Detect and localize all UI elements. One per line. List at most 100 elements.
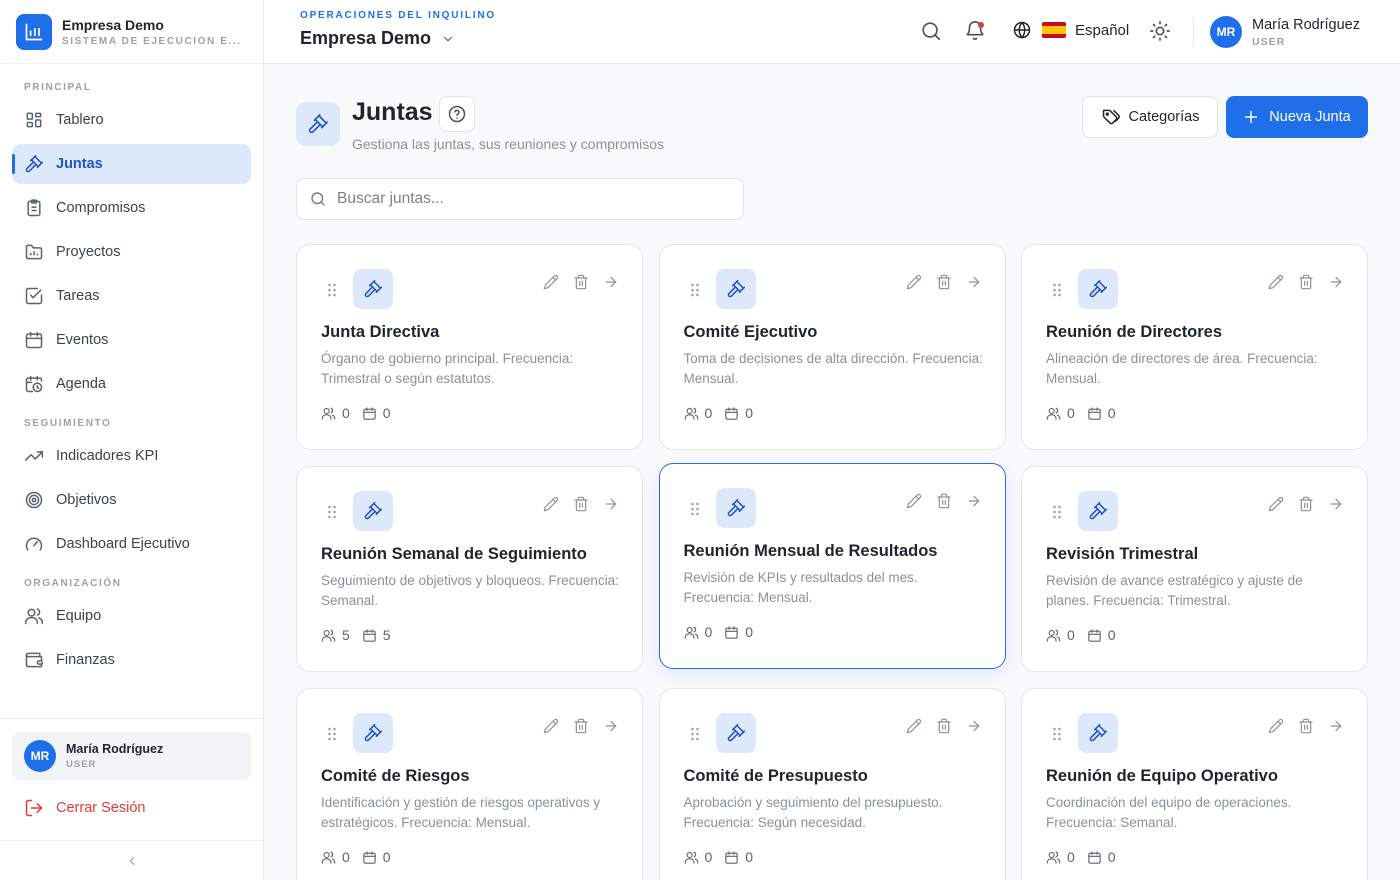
gavel-icon — [715, 269, 756, 309]
users-icon — [24, 606, 44, 626]
sidebar-item-juntas[interactable]: Juntas — [12, 144, 251, 184]
sidebar-item-objetivos[interactable]: Objetivos — [12, 480, 251, 520]
board-card[interactable]: Reunión de Equipo Operativo Coordinación … — [1021, 688, 1368, 880]
drag-handle-icon[interactable] — [690, 502, 700, 516]
drag-handle-icon[interactable] — [1052, 505, 1062, 519]
sidebar-item-finanzas[interactable]: Finanzas — [12, 640, 251, 680]
board-card[interactable]: Revisión Trimestral Revisión de avance es… — [1021, 466, 1368, 672]
arrow-right-icon[interactable] — [602, 717, 620, 735]
members-count: 0 — [342, 405, 350, 421]
sidebar-item-tareas[interactable]: Tareas — [12, 276, 251, 316]
members-count: 0 — [704, 405, 713, 421]
edit-icon[interactable] — [542, 273, 560, 291]
trash-icon[interactable] — [935, 273, 953, 291]
trash-icon[interactable] — [935, 717, 953, 735]
trash-icon[interactable] — [572, 273, 590, 291]
logout-button[interactable]: Cerrar Sesión — [12, 788, 251, 828]
card-actions — [542, 273, 620, 291]
arrow-right-icon[interactable] — [1327, 717, 1345, 735]
arrow-right-icon[interactable] — [965, 717, 983, 735]
sidebar-item-indicadores-kpi[interactable]: Indicadores KPI — [12, 436, 251, 476]
edit-icon[interactable] — [1267, 273, 1285, 291]
sidebar-item-tablero[interactable]: Tablero — [12, 100, 251, 140]
board-card[interactable]: Comité Ejecutivo Toma de decisiones de al… — [658, 244, 1006, 450]
board-card[interactable]: Comité de Riesgos Identificación y gestió… — [296, 688, 643, 880]
sidebar-item-label: Proyectos — [56, 244, 121, 260]
sun-icon[interactable] — [1149, 20, 1173, 44]
drag-handle-icon[interactable] — [1052, 727, 1062, 741]
drag-handle-icon[interactable] — [690, 727, 700, 741]
drag-handle-icon[interactable] — [690, 283, 700, 297]
members-stat: 0 — [1046, 849, 1075, 865]
help-circle-icon — [447, 104, 467, 124]
board-card[interactable]: Comité de Presupuesto Aprobación y seguim… — [658, 688, 1006, 880]
sidebar-item-label: Juntas — [56, 156, 103, 172]
trash-icon[interactable] — [1297, 495, 1315, 513]
drag-handle-icon[interactable] — [327, 505, 337, 519]
card-actions — [542, 717, 620, 735]
edit-icon[interactable] — [542, 495, 560, 513]
board-card[interactable]: Reunión Mensual de Resultados Revisión de… — [658, 463, 1006, 669]
drag-handle-icon[interactable] — [327, 727, 337, 741]
user-menu[interactable]: MR María Rodríguez USER — [1210, 16, 1360, 48]
gavel-icon — [353, 713, 393, 753]
search-input[interactable] — [337, 190, 717, 208]
arrow-right-icon[interactable] — [965, 492, 983, 510]
trash-icon[interactable] — [1297, 273, 1315, 291]
meetings-count: 0 — [1107, 405, 1116, 421]
language-selector[interactable]: Español — [1012, 20, 1129, 40]
board-title: Reunión de Directores — [1046, 323, 1223, 341]
trash-icon[interactable] — [1297, 717, 1315, 735]
tenant-selector[interactable]: Empresa Demo — [300, 28, 455, 49]
collapse-sidebar-button[interactable] — [0, 840, 263, 880]
drag-handle-icon[interactable] — [327, 283, 337, 297]
arrow-right-icon[interactable] — [965, 273, 983, 291]
board-stats: 00 — [321, 849, 403, 865]
board-card[interactable]: Reunión de Directores Alineación de direc… — [1021, 244, 1368, 450]
board-title: Reunión Semanal de Seguimiento — [321, 545, 587, 563]
new-board-button[interactable]: Nueva Junta — [1226, 96, 1368, 138]
edit-icon[interactable] — [542, 717, 560, 735]
edit-icon[interactable] — [905, 717, 923, 735]
brand[interactable]: Empresa Demo SISTEMA DE EJECUCIÓN E... — [0, 0, 263, 64]
nav-section-seguimiento: SEGUIMIENTO — [24, 418, 112, 429]
bell-icon[interactable] — [964, 20, 988, 44]
sidebar-item-dashboard-ejecutivo[interactable]: Dashboard Ejecutivo — [12, 524, 251, 564]
drag-handle-icon[interactable] — [1052, 283, 1062, 297]
sidebar-item-agenda[interactable]: Agenda — [12, 364, 251, 404]
trash-icon[interactable] — [572, 495, 590, 513]
arrow-right-icon[interactable] — [1327, 495, 1345, 513]
trash-icon[interactable] — [572, 717, 590, 735]
board-title: Reunión de Equipo Operativo — [1046, 767, 1278, 785]
arrow-right-icon[interactable] — [602, 273, 620, 291]
sidebar-item-label: Eventos — [56, 332, 109, 348]
edit-icon[interactable] — [905, 273, 923, 291]
meetings-stat: 0 — [724, 405, 753, 421]
sidebar-item-eventos[interactable]: Eventos — [12, 320, 251, 360]
search-icon[interactable] — [920, 20, 944, 44]
edit-icon[interactable] — [905, 492, 923, 510]
categories-button[interactable]: Categorías — [1082, 96, 1218, 138]
help-button[interactable] — [439, 96, 475, 132]
edit-icon[interactable] — [1267, 717, 1285, 735]
edit-icon[interactable] — [1267, 495, 1285, 513]
board-stats: 55 — [321, 627, 403, 643]
meetings-stat: 0 — [362, 405, 391, 421]
arrow-right-icon[interactable] — [1327, 273, 1345, 291]
gavel-icon — [353, 269, 393, 309]
sidebar-item-equipo[interactable]: Equipo — [12, 596, 251, 636]
meetings-stat: 0 — [724, 624, 753, 640]
members-stat: 0 — [321, 405, 350, 421]
board-card[interactable]: Junta Directiva Órgano de gobierno princi… — [296, 244, 643, 450]
arrow-right-icon[interactable] — [602, 495, 620, 513]
sidebar-user-card[interactable]: MR María Rodríguez USER — [12, 732, 251, 780]
board-stats: 00 — [1046, 405, 1128, 421]
trash-icon[interactable] — [935, 492, 953, 510]
sidebar-item-proyectos[interactable]: Proyectos — [12, 232, 251, 272]
board-card[interactable]: Reunión Semanal de Seguimiento Seguimient… — [296, 466, 643, 672]
tenant-name: Empresa Demo — [300, 28, 432, 48]
sidebar-item-label: Indicadores KPI — [56, 448, 159, 464]
board-stats: 00 — [684, 624, 766, 640]
sidebar-item-compromisos[interactable]: Compromisos — [12, 188, 251, 228]
sidebar-footer: MR María Rodríguez USER Cerrar Sesión — [0, 718, 263, 828]
